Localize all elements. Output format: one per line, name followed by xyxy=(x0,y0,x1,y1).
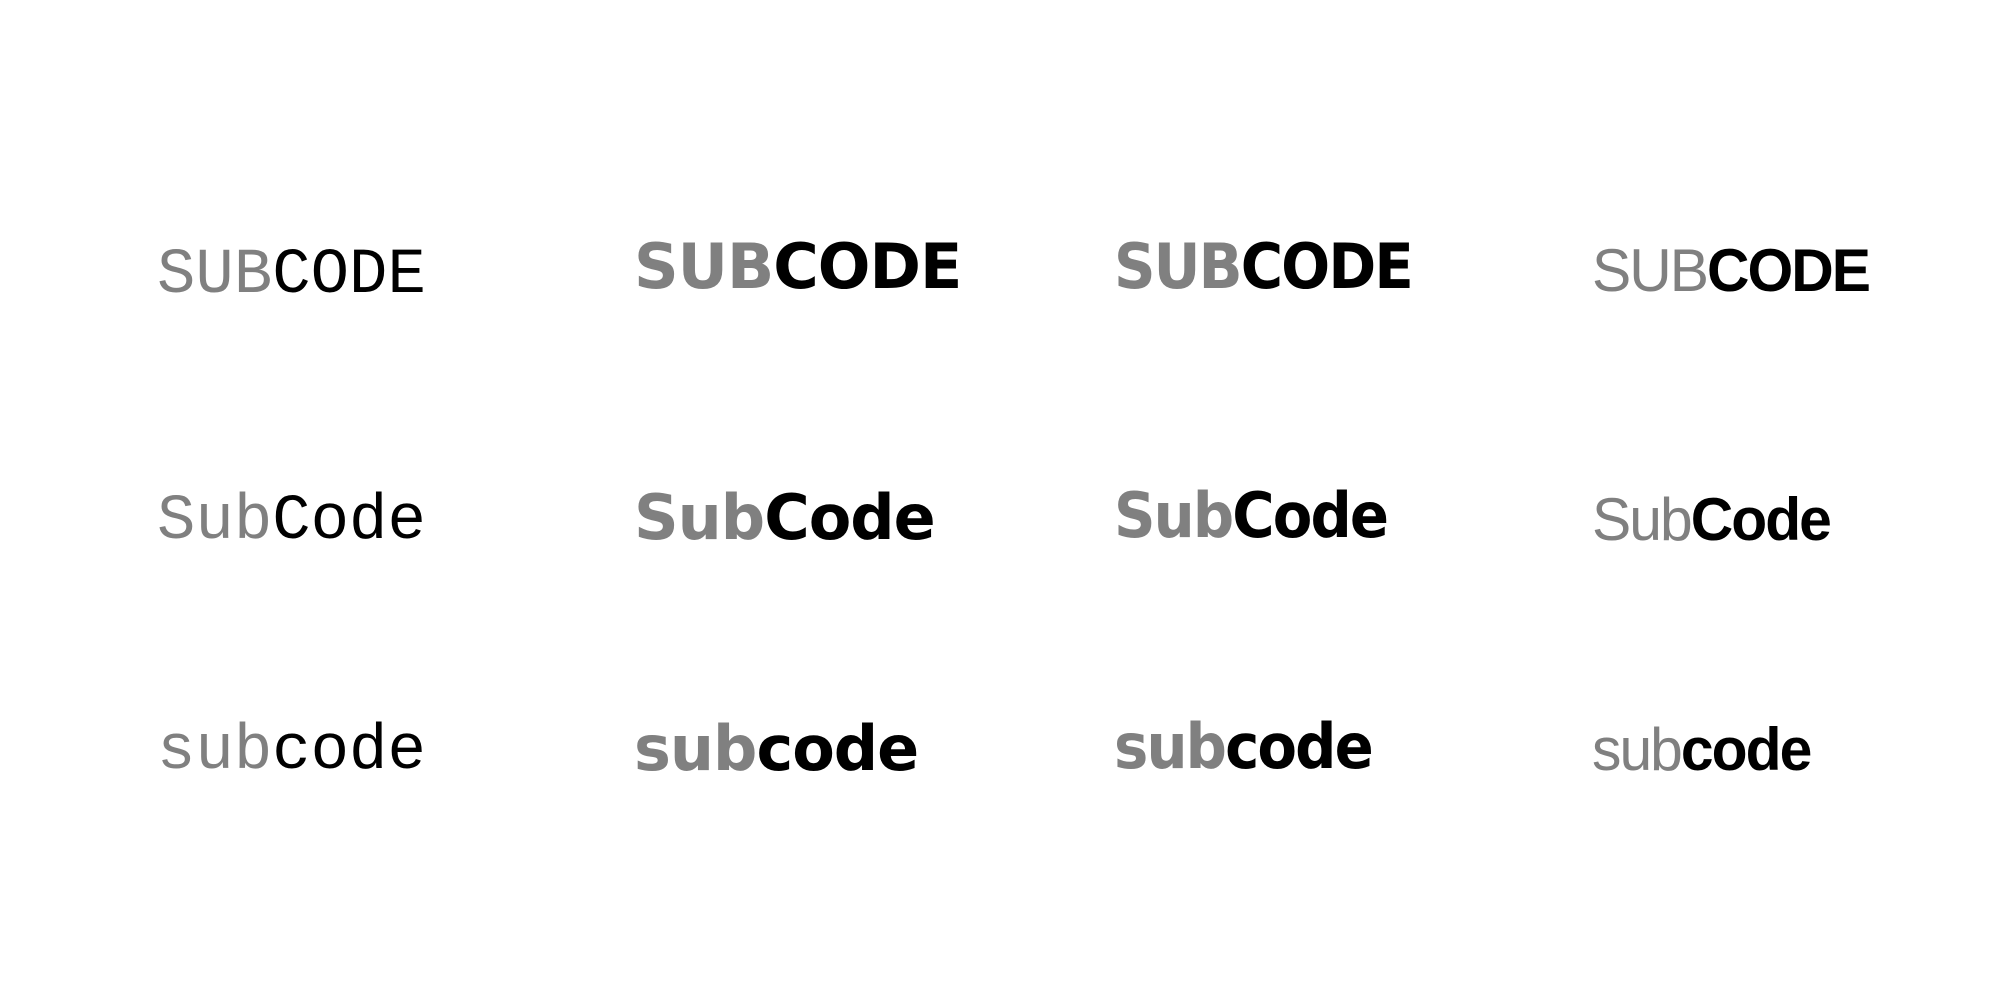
wordmark-titlecase-mono: SubCode xyxy=(157,490,426,554)
wordmark-code-part: code xyxy=(272,716,426,788)
wordmark-code-part: CODE xyxy=(272,240,426,312)
wordmark-sub-part: Sub xyxy=(1592,486,1693,553)
wordmark-titlecase-condensed: SubCode xyxy=(1592,490,1832,550)
wordmark-sub-part: SUB xyxy=(1114,230,1243,303)
wordmark-uppercase-sans: SUBCODE xyxy=(634,236,962,298)
wordmark-titlecase-sans: SubCode xyxy=(634,487,936,549)
wordmark-uppercase-bold: SUBCODE xyxy=(1114,236,1414,298)
wordmark-code-part: Code xyxy=(1690,486,1832,553)
wordmark-sub-part: SUB xyxy=(634,230,774,303)
wordmark-sub-part: sub xyxy=(1592,716,1683,783)
wordmark-code-part: Code xyxy=(272,486,426,558)
wordmark-lowercase-condensed: subcode xyxy=(1592,720,1812,780)
wordmark-uppercase-mono: SUBCODE xyxy=(157,244,426,308)
wordmark-sub-part: Sub xyxy=(634,481,765,554)
wordmark-code-part: CODE xyxy=(1707,237,1871,304)
wordmark-sub-part: sub xyxy=(1114,710,1227,783)
wordmark-code-part: code xyxy=(1225,710,1374,783)
wordmark-code-part: code xyxy=(756,712,919,785)
wordmark-lowercase-bold: subcode xyxy=(1114,716,1374,778)
wordmark-sub-part: sub xyxy=(157,716,273,788)
wordmark-sub-part: SUB xyxy=(157,240,273,312)
wordmark-code-part: CODE xyxy=(773,230,962,303)
wordmark-sub-part: Sub xyxy=(1114,479,1234,552)
logo-sheet: SUBCODE SUBCODE SUBCODE SUBCODE SubCode … xyxy=(0,0,2000,1000)
wordmark-uppercase-condensed: SUBCODE xyxy=(1592,241,1871,301)
wordmark-titlecase-bold: SubCode xyxy=(1114,485,1389,547)
wordmark-code-part: Code xyxy=(764,481,936,554)
wordmark-sub-part: Sub xyxy=(157,486,273,558)
wordmark-sub-part: SUB xyxy=(1592,237,1709,304)
wordmark-code-part: Code xyxy=(1232,479,1389,552)
wordmark-sub-part: sub xyxy=(634,712,757,785)
wordmark-lowercase-mono: subcode xyxy=(157,720,426,784)
wordmark-lowercase-sans: subcode xyxy=(634,718,919,780)
wordmark-code-part: code xyxy=(1680,716,1812,783)
wordmark-code-part: CODE xyxy=(1240,230,1414,303)
